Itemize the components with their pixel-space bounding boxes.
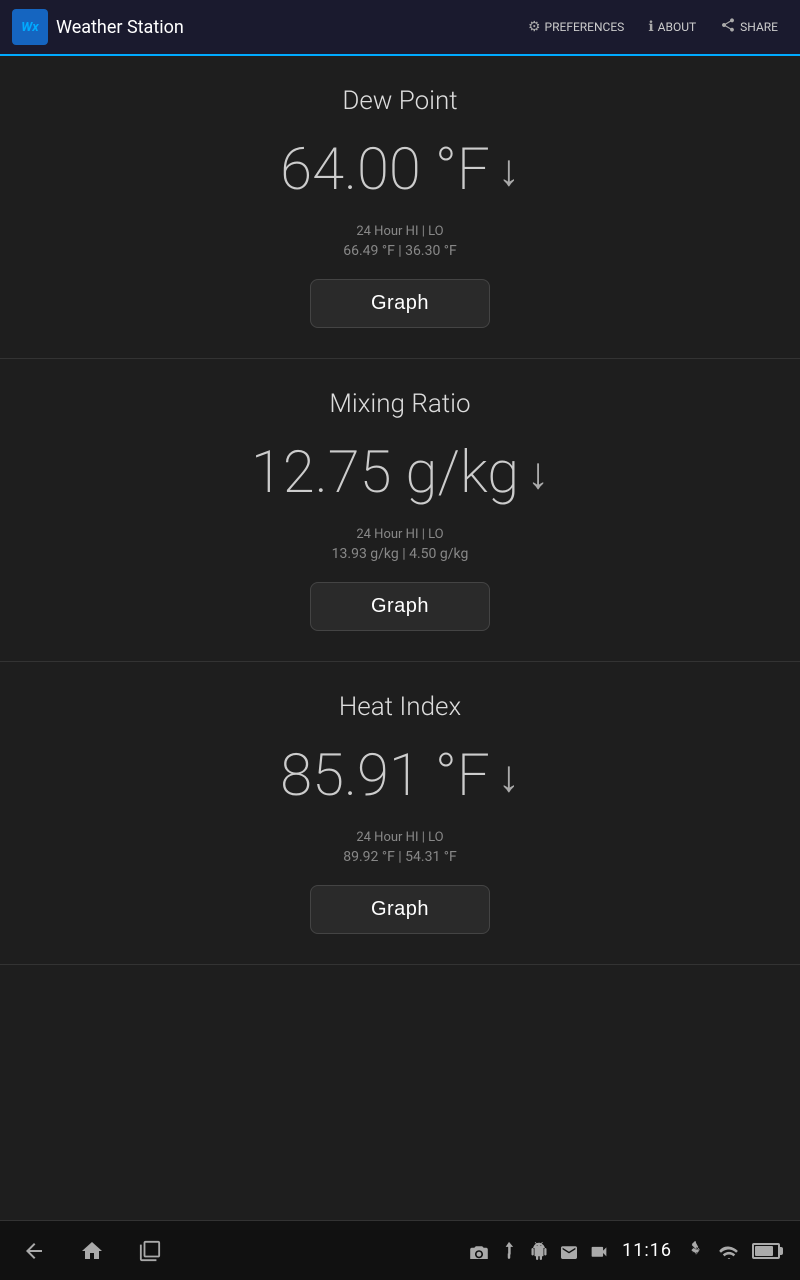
share-icon xyxy=(720,17,736,37)
app-logo: Wx Weather Station xyxy=(12,9,184,45)
about-button[interactable]: ℹ ABOUT xyxy=(638,13,706,41)
bottom-status: 11:16 xyxy=(468,1240,780,1262)
android-icon xyxy=(528,1240,550,1262)
heat-index-section: Heat Index 85.91 °F ↓ 24 Hour HI | LO 89… xyxy=(0,662,800,965)
heat-index-title: Heat Index xyxy=(339,692,461,722)
mixing-ratio-title: Mixing Ratio xyxy=(329,389,470,419)
dew-point-section: Dew Point 64.00 °F ↓ 24 Hour HI | LO 66.… xyxy=(0,56,800,359)
content: Dew Point 64.00 °F ↓ 24 Hour HI | LO 66.… xyxy=(0,56,800,1220)
preferences-label: PREFERENCES xyxy=(545,20,625,34)
preferences-button[interactable]: ⚙ PREFERENCES xyxy=(518,13,634,41)
mixing-ratio-graph-button[interactable]: Graph xyxy=(310,582,490,631)
heat-index-hi-lo-label: 24 Hour HI | LO xyxy=(356,830,443,845)
usb-icon xyxy=(498,1240,520,1262)
bluetooth-icon xyxy=(684,1240,706,1262)
dew-point-hi-lo-label: 24 Hour HI | LO xyxy=(356,224,443,239)
share-label: SHARE xyxy=(740,20,778,34)
about-label: ABOUT xyxy=(658,20,697,34)
battery-fill xyxy=(755,1246,773,1256)
back-button[interactable] xyxy=(20,1237,48,1265)
mixing-ratio-hi-lo-label: 24 Hour HI | LO xyxy=(356,527,443,542)
battery-icon xyxy=(752,1243,780,1259)
clock: 11:16 xyxy=(622,1240,672,1261)
heat-index-hi-lo-value: 89.92 °F | 54.31 °F xyxy=(343,849,457,865)
home-button[interactable] xyxy=(78,1237,106,1265)
bottom-nav xyxy=(20,1237,164,1265)
dew-point-title: Dew Point xyxy=(342,86,457,116)
dew-point-value: 64.00 °F ↓ xyxy=(280,136,520,204)
media-icon xyxy=(588,1240,610,1262)
mixing-ratio-hi-lo-value: 13.93 g/kg | 4.50 g/kg xyxy=(332,546,469,562)
mixing-ratio-section: Mixing Ratio 12.75 g/kg ↓ 24 Hour HI | L… xyxy=(0,359,800,662)
top-bar-actions: ⚙ PREFERENCES ℹ ABOUT SHARE xyxy=(518,11,788,43)
info-icon: ℹ xyxy=(648,19,653,35)
wifi-icon xyxy=(718,1240,740,1262)
recents-button[interactable] xyxy=(136,1237,164,1265)
mixing-ratio-trend-icon: ↓ xyxy=(527,447,549,499)
status-icons xyxy=(468,1240,610,1262)
heat-index-trend-icon: ↓ xyxy=(498,750,520,802)
heat-index-graph-button[interactable]: Graph xyxy=(310,885,490,934)
dew-point-trend-icon: ↓ xyxy=(498,144,520,196)
top-bar: Wx Weather Station ⚙ PREFERENCES ℹ ABOUT… xyxy=(0,0,800,56)
logo-icon: Wx xyxy=(12,9,48,45)
share-button[interactable]: SHARE xyxy=(710,11,788,43)
bottom-bar: 11:16 xyxy=(0,1220,800,1280)
camera-icon xyxy=(468,1240,490,1262)
app-title: Weather Station xyxy=(56,17,184,38)
heat-index-value: 85.91 °F ↓ xyxy=(280,742,520,810)
email-icon xyxy=(558,1240,580,1262)
mixing-ratio-value: 12.75 g/kg ↓ xyxy=(251,439,549,507)
dew-point-graph-button[interactable]: Graph xyxy=(310,279,490,328)
dew-point-hi-lo-value: 66.49 °F | 36.30 °F xyxy=(343,243,457,259)
wrench-icon: ⚙ xyxy=(528,19,541,35)
